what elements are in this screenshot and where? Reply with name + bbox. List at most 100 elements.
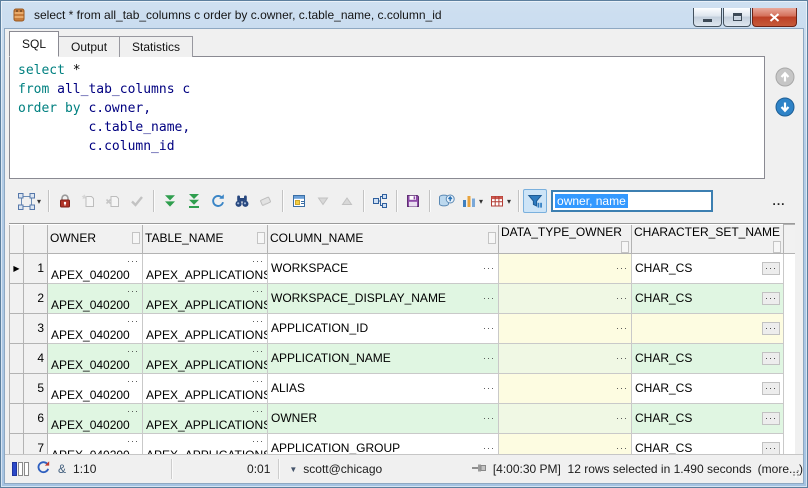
cell-ellipsis-button[interactable]: ···	[762, 412, 780, 425]
cell-ellipsis-button[interactable]: ···	[481, 441, 495, 455]
tab-statistics[interactable]: Statistics	[120, 36, 193, 57]
row-number[interactable]: 1	[24, 253, 48, 283]
cell-ellipsis-button[interactable]: ···	[762, 262, 780, 275]
edit-lock-button[interactable]	[53, 189, 77, 213]
export-grid-button[interactable]: ▾	[486, 189, 514, 213]
row-number[interactable]: 5	[24, 373, 48, 403]
cell-ellipsis-button[interactable]: ···	[481, 381, 495, 395]
cell-ellipsis-button[interactable]: ···	[250, 374, 264, 388]
close-button[interactable]	[752, 8, 797, 27]
cell-owner[interactable]: ···APEX_040200	[48, 343, 143, 373]
cell-table_name[interactable]: ···APEX_APPLICATIONS	[143, 343, 268, 373]
save-button[interactable]	[401, 189, 425, 213]
cell-character_set_name[interactable]: ···CHAR_CS	[632, 253, 784, 283]
session-dropdown-icon[interactable]: ▼	[289, 465, 297, 474]
column-header-character_set_name[interactable]: CHARACTER_SET_NAME	[632, 225, 784, 254]
chart-button[interactable]: ▾	[458, 189, 486, 213]
cell-ellipsis-button[interactable]: ···	[614, 381, 628, 395]
cell-ellipsis-button[interactable]: ···	[481, 411, 495, 425]
cell-data_type_owner[interactable]: ···	[499, 283, 632, 313]
cell-owner[interactable]: ···APEX_040200	[48, 283, 143, 313]
cell-table_name[interactable]: ···APEX_APPLICATIONS	[143, 373, 268, 403]
cell-table_name[interactable]: ···APEX_APPLICATIONS	[143, 253, 268, 283]
cell-character_set_name[interactable]: ···CHAR_CS	[632, 373, 784, 403]
cell-owner[interactable]: ···APEX_040200	[48, 403, 143, 433]
cell-data_type_owner[interactable]: ···	[499, 403, 632, 433]
cell-ellipsis-button[interactable]: ···	[250, 344, 264, 358]
cell-column_name[interactable]: ···APPLICATION_NAME	[268, 343, 499, 373]
cell-ellipsis-button[interactable]: ···	[125, 404, 139, 418]
cell-ellipsis-button[interactable]: ···	[762, 352, 780, 365]
cell-ellipsis-button[interactable]: ···	[481, 261, 495, 275]
cell-owner[interactable]: ···APEX_040200	[48, 433, 143, 454]
filter-input[interactable]: owner, name	[551, 190, 713, 212]
cell-character_set_name[interactable]: ···CHAR_CS	[632, 283, 784, 313]
cell-table_name[interactable]: ···APEX_APPLICATIONS	[143, 433, 268, 454]
cell-data_type_owner[interactable]: ···	[499, 253, 632, 283]
filter-button[interactable]	[523, 189, 547, 213]
scroll-up-button[interactable]	[775, 67, 795, 87]
scroll-down-button[interactable]	[775, 97, 795, 117]
cell-column_name[interactable]: ···WORKSPACE_DISPLAY_NAME	[268, 283, 499, 313]
cell-character_set_name[interactable]: ···CHAR_CS	[632, 403, 784, 433]
column-header-table_name[interactable]: TABLE_NAME	[143, 225, 268, 254]
refresh-button[interactable]	[206, 189, 230, 213]
cell-owner[interactable]: ···APEX_040200	[48, 313, 143, 343]
cell-character_set_name[interactable]: ···CHAR_CS	[632, 433, 784, 454]
cell-ellipsis-button[interactable]: ···	[762, 442, 780, 455]
cell-ellipsis-button[interactable]: ···	[762, 292, 780, 305]
single-record-view-button[interactable]	[287, 189, 311, 213]
session-name[interactable]: scott@chicago	[303, 462, 382, 476]
cell-data_type_owner[interactable]: ···	[499, 343, 632, 373]
row-number[interactable]: 7	[24, 433, 48, 454]
tab-sql[interactable]: SQL	[9, 31, 59, 57]
cell-data_type_owner[interactable]: ···	[499, 433, 632, 454]
column-header-column_name[interactable]: COLUMN_NAME	[268, 225, 499, 254]
cell-ellipsis-button[interactable]: ···	[250, 314, 264, 328]
row-number[interactable]: 2	[24, 283, 48, 313]
cell-ellipsis-button[interactable]: ···	[125, 254, 139, 268]
cell-ellipsis-button[interactable]: ···	[125, 314, 139, 328]
column-header-data_type_owner[interactable]: DATA_TYPE_OWNER	[499, 225, 632, 254]
cell-column_name[interactable]: ···WORKSPACE	[268, 253, 499, 283]
cell-data_type_owner[interactable]: ···	[499, 313, 632, 343]
cell-ellipsis-button[interactable]: ···	[614, 411, 628, 425]
cell-ellipsis-button[interactable]: ···	[125, 284, 139, 298]
titlebar[interactable]: select * from all_tab_columns c order by…	[1, 1, 807, 29]
cell-ellipsis-button[interactable]: ···	[125, 434, 139, 448]
cell-character_set_name[interactable]: ···CHAR_CS	[632, 343, 784, 373]
cell-column_name[interactable]: ···APPLICATION_GROUP	[268, 433, 499, 454]
cell-ellipsis-button[interactable]: ···	[250, 434, 264, 448]
cell-ellipsis-button[interactable]: ···	[250, 254, 264, 268]
cell-data_type_owner[interactable]: ···	[499, 373, 632, 403]
cell-table_name[interactable]: ···APEX_APPLICATIONS	[143, 283, 268, 313]
export-data-button[interactable]	[434, 189, 458, 213]
cell-ellipsis-button[interactable]: ···	[481, 321, 495, 335]
resize-grip[interactable]	[789, 466, 801, 481]
cell-ellipsis-button[interactable]: ···	[250, 284, 264, 298]
toolbar-more-button[interactable]: ...	[765, 194, 793, 208]
cell-ellipsis-button[interactable]: ···	[614, 351, 628, 365]
cell-ellipsis-button[interactable]: ···	[614, 291, 628, 305]
cell-ellipsis-button[interactable]: ···	[614, 261, 628, 275]
cell-ellipsis-button[interactable]: ···	[614, 321, 628, 335]
maximize-button[interactable]	[723, 8, 751, 27]
cell-table_name[interactable]: ···APEX_APPLICATIONS	[143, 403, 268, 433]
query-builder-button[interactable]	[368, 189, 392, 213]
cell-owner[interactable]: ···APEX_040200	[48, 253, 143, 283]
pin-icon[interactable]	[471, 462, 487, 477]
column-header-owner[interactable]: OWNER	[48, 225, 143, 254]
cell-ellipsis-button[interactable]: ···	[250, 404, 264, 418]
row-number[interactable]: 6	[24, 403, 48, 433]
cell-ellipsis-button[interactable]: ···	[125, 374, 139, 388]
fetch-all-button[interactable]	[182, 189, 206, 213]
cell-column_name[interactable]: ···ALIAS	[268, 373, 499, 403]
cell-character_set_name[interactable]: ···	[632, 313, 784, 343]
grid-options-button[interactable]: ▾	[15, 189, 44, 213]
find-button[interactable]	[230, 189, 254, 213]
cell-owner[interactable]: ···APEX_040200	[48, 373, 143, 403]
row-number[interactable]: 3	[24, 313, 48, 343]
cell-ellipsis-button[interactable]: ···	[481, 351, 495, 365]
cell-ellipsis-button[interactable]: ···	[481, 291, 495, 305]
cell-ellipsis-button[interactable]: ···	[762, 322, 780, 335]
